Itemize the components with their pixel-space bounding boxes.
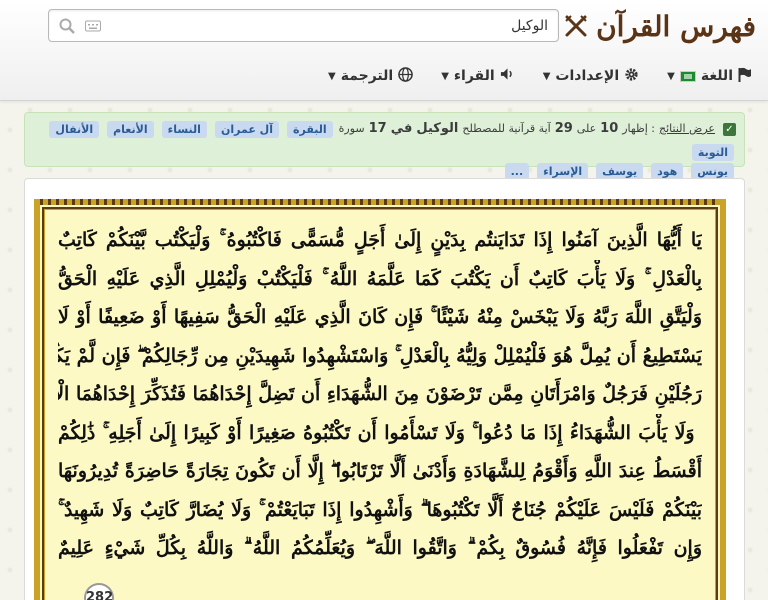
mushaf-card: يَا أَيُّهَا الَّذِينَ آمَنُوا إِذَا تَد… — [24, 178, 745, 600]
results-on: على — [576, 122, 597, 135]
mushaf-page: يَا أَيُّهَا الَّذِينَ آمَنُوا إِذَا تَد… — [34, 199, 726, 600]
search-box[interactable] — [48, 9, 559, 42]
verse-line[interactable]: بَيْنَكُمْ فَلَيْسَ عَلَيْكُمْ جُنَاحٌ أ… — [58, 491, 702, 530]
verse-line[interactable]: رَجُلَيْنِ فَرَجُلٌ وَامْرَأَتَانِ مِمَّ… — [58, 375, 702, 414]
verse-line[interactable]: وَلْيَتَّقِ اللَّهَ رَبَّهُ وَلَا يَبْخَ… — [58, 298, 702, 337]
results-verses-for-term: آية قرآنية للمصطلح — [462, 122, 551, 135]
translation-menu[interactable]: الترجمة ▼ — [324, 61, 417, 92]
surah-tag-tawbah[interactable]: التوبة — [691, 144, 734, 161]
crossed-swords-icon — [564, 14, 588, 38]
search-input[interactable] — [138, 10, 558, 41]
verse-line[interactable]: يَسْتَطِيعُ أَن يُمِلَّ هُوَ فَلْيُمْلِل… — [58, 337, 702, 376]
surah-tag-al-imran[interactable]: آل عمران — [214, 120, 279, 138]
check-icon: ✓ — [723, 122, 736, 136]
language-label: اللغة — [700, 68, 733, 84]
surah-tag-baqarah[interactable]: البقرة — [286, 120, 333, 138]
surah-tag-anam[interactable]: الأنعام — [107, 120, 154, 138]
saudi-flag-icon — [679, 70, 696, 82]
results-line: ✓ عرض النتائج : إظهار 10 على 29 آية قرآن… — [33, 119, 736, 162]
results-total: 29 — [554, 121, 573, 136]
verse-line[interactable]: ۚ وَلَا يَأْبَ الشُّهَدَاءُ إِذَا مَا دُ… — [58, 414, 702, 453]
flag-icon — [738, 67, 752, 86]
globe-icon — [398, 66, 413, 86]
main-menu: الترجمة ▼ القراء ▼ الإعدادات ▼ اللغة ▼ — [324, 58, 756, 94]
settings-menu[interactable]: الإعدادات ▼ — [539, 61, 643, 92]
language-menu[interactable]: اللغة ▼ — [663, 61, 756, 92]
results-prefix: : إظهار — [622, 122, 655, 135]
volume-icon — [500, 67, 515, 85]
top-navbar: فهرس القرآن الوكيل الترجمة ▼ القراء ▼ ال… — [0, 0, 768, 101]
translation-label: الترجمة — [340, 68, 394, 84]
keyboard-icon[interactable] — [85, 18, 101, 37]
results-surah-count: 17 — [368, 121, 387, 136]
results-summary: ✓ عرض النتائج : إظهار 10 على 29 آية قرآن… — [24, 112, 745, 180]
reciters-label: القراء — [453, 68, 495, 84]
verse-line[interactable]: يَا أَيُّهَا الَّذِينَ آمَنُوا إِذَا تَد… — [58, 221, 702, 260]
results-label[interactable]: عرض النتائج — [659, 119, 715, 139]
caret-down-icon: ▼ — [667, 70, 675, 82]
caret-down-icon: ▼ — [328, 70, 336, 82]
caret-down-icon: ▼ — [542, 70, 551, 82]
results-shown: 10 — [600, 121, 619, 136]
results-surah-word: سورة — [338, 122, 365, 135]
reciters-menu[interactable]: القراء ▼ — [437, 61, 519, 91]
verses-text[interactable]: يَا أَيُّهَا الَّذِينَ آمَنُوا إِذَا تَد… — [58, 221, 702, 568]
gear-icon — [624, 67, 639, 86]
brand[interactable]: فهرس القرآن — [564, 6, 756, 46]
verse-line[interactable]: بِالْعَدْلِ ۚ وَلَا يَأْبَ كَاتِبٌ أَن ي… — [58, 260, 702, 299]
surah-tag-nisa[interactable]: النساء — [161, 120, 207, 138]
surah-tag-anfal[interactable]: الأنفال — [49, 120, 100, 138]
brand-title[interactable]: فهرس القرآن — [596, 10, 756, 43]
verse-line[interactable]: وَإِن تَفْعَلُوا فَإِنَّهُ فُسُوقٌ بِكُم… — [58, 529, 702, 568]
verse-line[interactable]: أَقْسَطُ عِندَ اللَّهِ وَأَقْوَمُ لِلشَّ… — [58, 452, 702, 491]
results-in: في — [390, 121, 413, 136]
caret-down-icon: ▼ — [441, 70, 449, 82]
ayah-number-badge: 282 — [84, 583, 114, 600]
settings-label: الإعدادات — [555, 68, 620, 84]
results-term: الوكيل — [416, 121, 459, 136]
search-icon[interactable] — [59, 18, 75, 38]
